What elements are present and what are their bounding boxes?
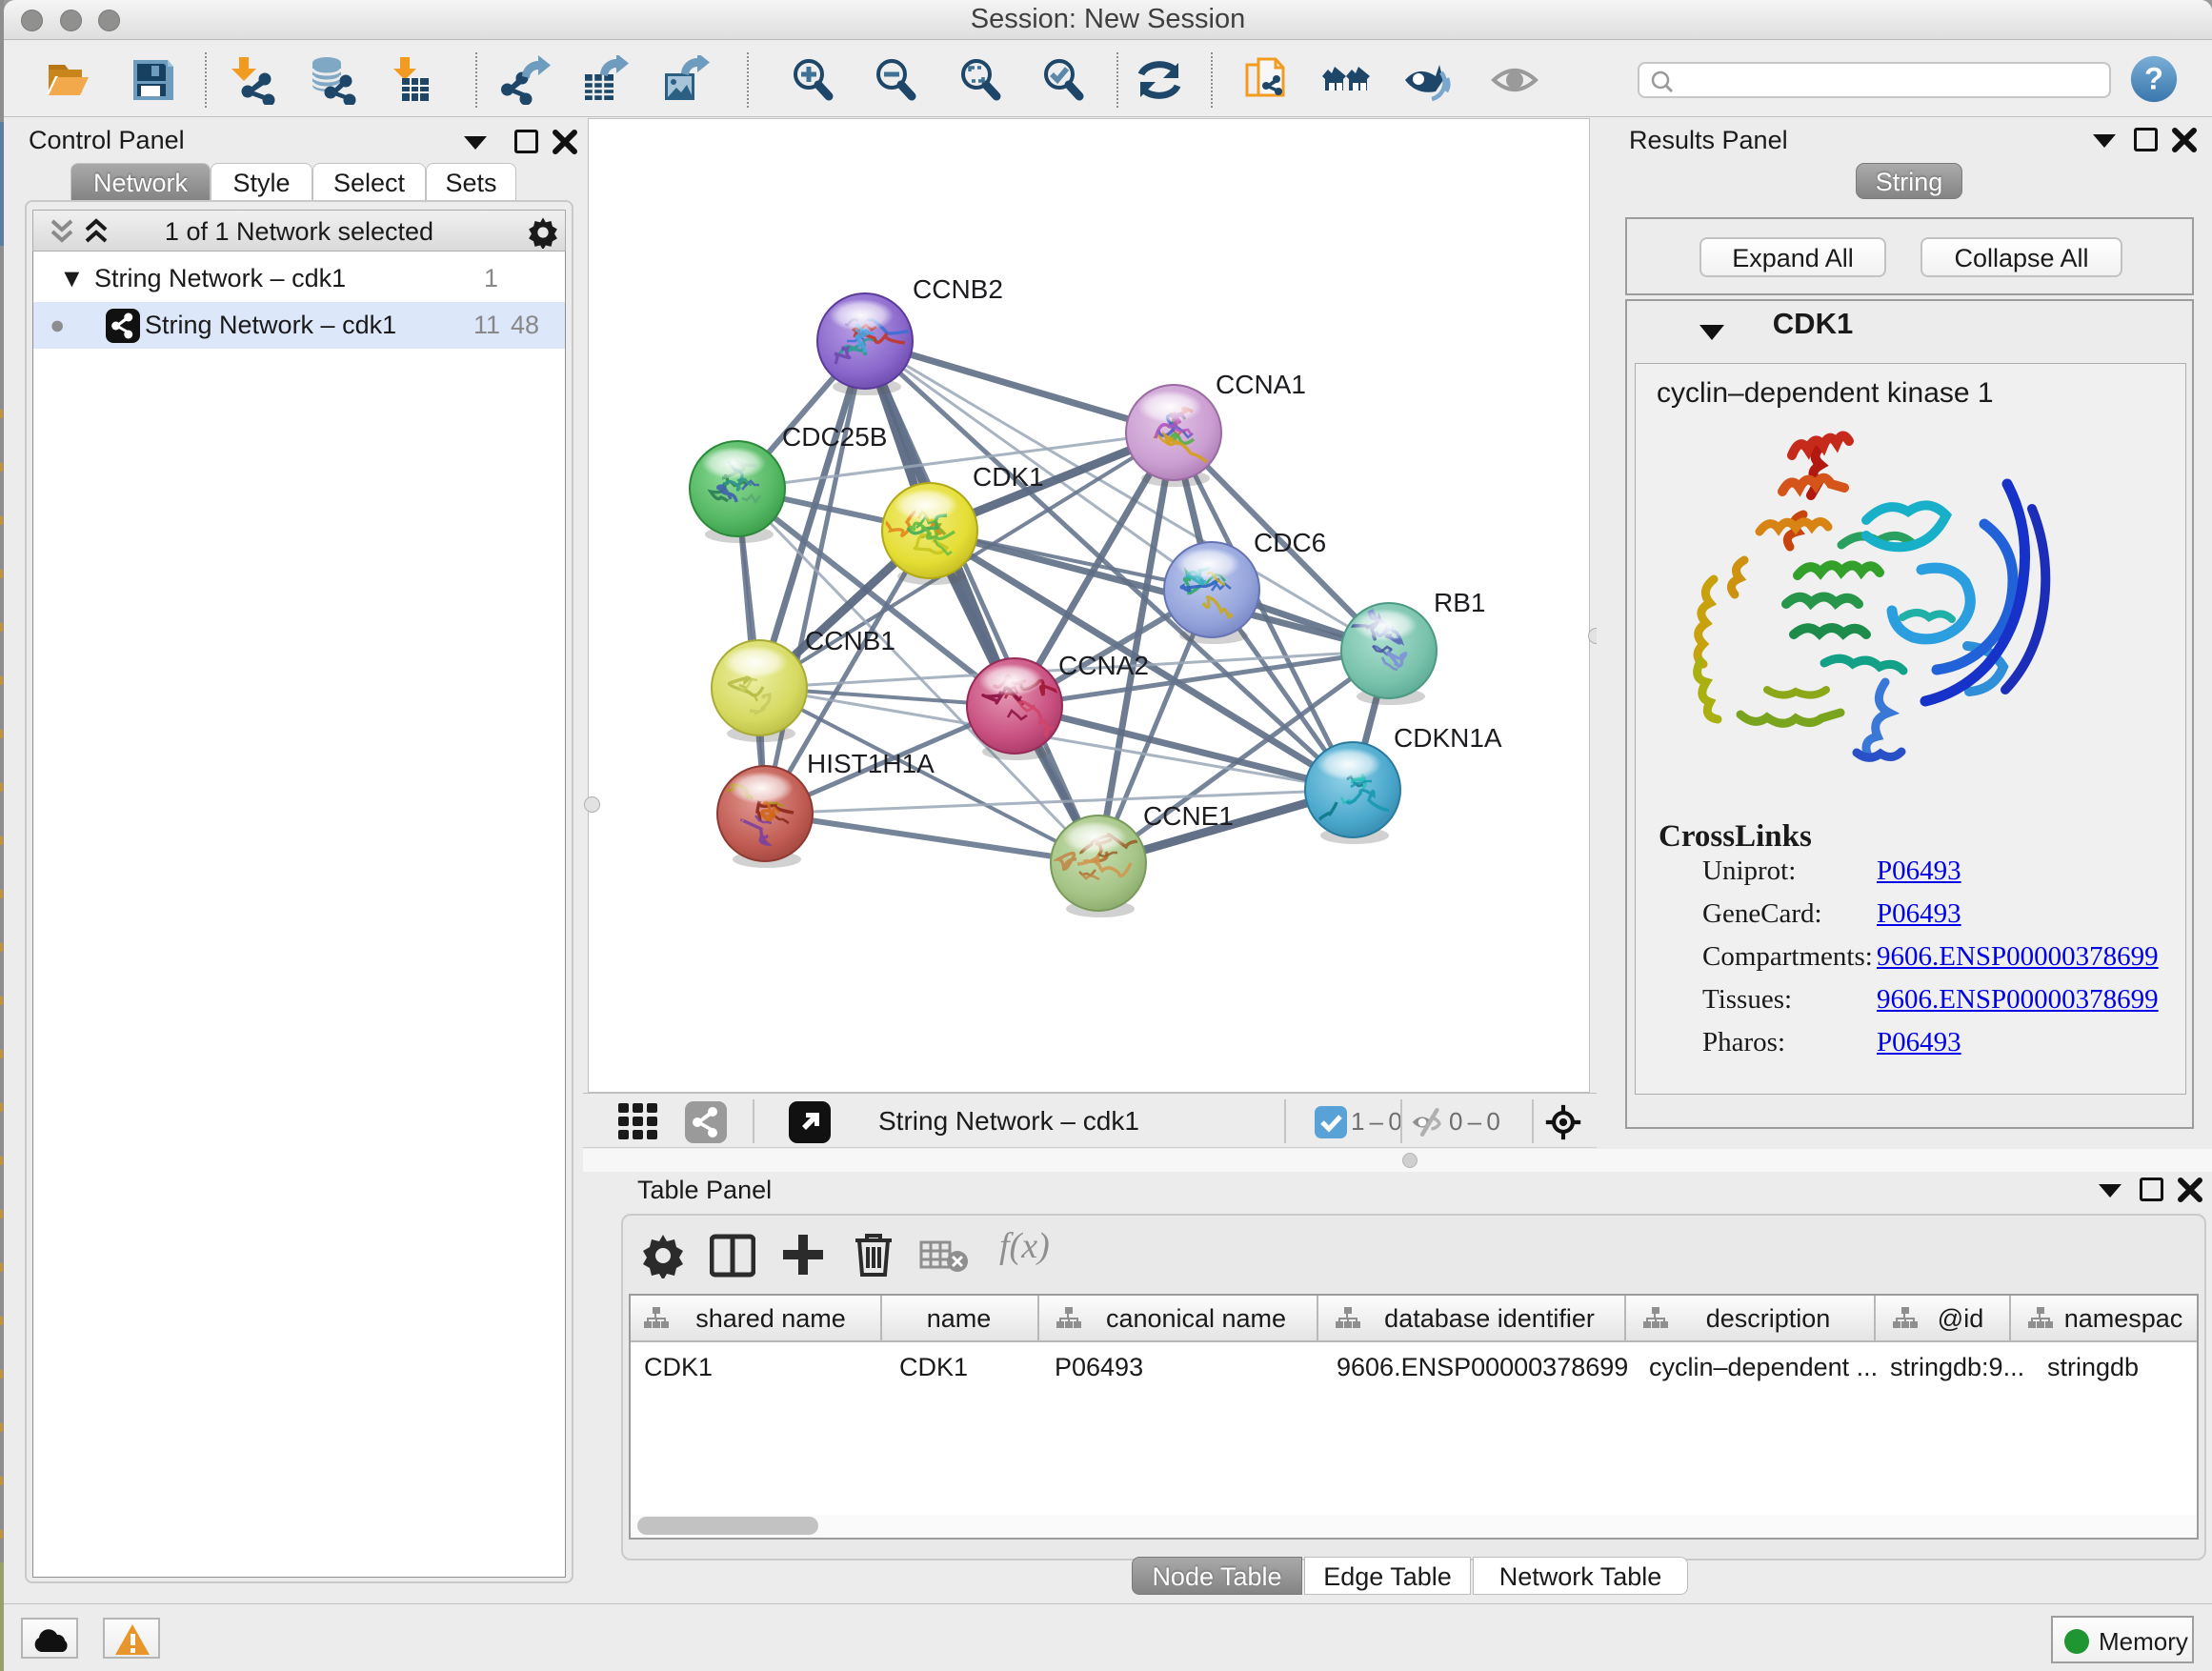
svg-text:?: ?	[2144, 61, 2163, 96]
svg-text:CDC6: CDC6	[1254, 528, 1326, 557]
svg-text:CCNE1: CCNE1	[1143, 801, 1234, 831]
svg-text:CCNB2: CCNB2	[913, 274, 1003, 304]
svg-text:CDK1: CDK1	[973, 462, 1044, 492]
svg-text:CCNA1: CCNA1	[1216, 370, 1306, 399]
svg-text:CCNB1: CCNB1	[805, 626, 895, 655]
svg-text:CCNA2: CCNA2	[1058, 651, 1149, 680]
svg-text:CDC25B: CDC25B	[782, 422, 887, 452]
svg-text:CDKN1A: CDKN1A	[1394, 723, 1502, 753]
svg-text:HIST1H1A: HIST1H1A	[807, 749, 935, 778]
svg-text:RB1: RB1	[1434, 588, 1485, 617]
